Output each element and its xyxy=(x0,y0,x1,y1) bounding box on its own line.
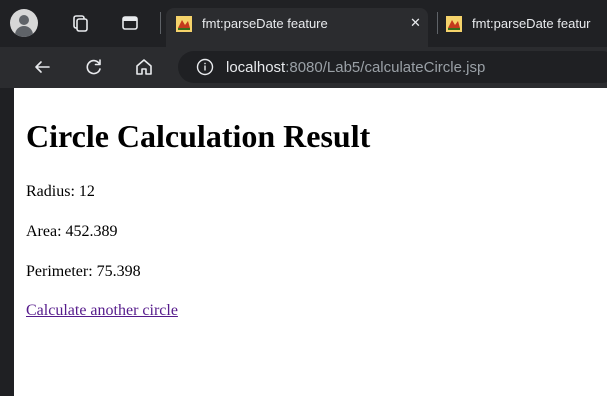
tab-title: fmt:parseDate feature xyxy=(202,16,328,31)
calculate-another-wrapper: Calculate another circle xyxy=(26,302,178,320)
url-host: localhost xyxy=(226,58,286,76)
site-info-icon[interactable] xyxy=(196,58,214,76)
perimeter-result: Perimeter: 75.398 xyxy=(26,263,141,281)
back-arrow-icon[interactable] xyxy=(28,53,56,81)
tab-close-icon[interactable]: ✕ xyxy=(410,9,421,38)
area-result: Area: 452.389 xyxy=(26,223,118,241)
address-bar[interactable]: localhost :8080/Lab5/calculateCircle.jsp xyxy=(178,51,607,83)
page-content: Circle Calculation Result Radius: 12 Are… xyxy=(14,88,607,396)
radius-value: 12 xyxy=(78,183,95,200)
tab-strip: fmt:parseDate feature ✕ fmt:parseDate fe… xyxy=(0,0,607,47)
workspaces-icon[interactable] xyxy=(68,11,92,35)
perimeter-label: Perimeter: xyxy=(26,263,93,280)
radius-label: Radius: xyxy=(26,183,75,200)
home-icon[interactable] xyxy=(130,53,158,81)
url-path: :8080/Lab5/calculateCircle.jsp xyxy=(285,58,486,76)
page-title: Circle Calculation Result xyxy=(26,118,371,154)
tomcat-favicon-icon xyxy=(176,15,192,32)
window-left-edge xyxy=(0,88,14,396)
tomcat-favicon-icon xyxy=(446,15,462,32)
profile-avatar-icon[interactable] xyxy=(10,9,38,37)
vertical-tabs-icon[interactable] xyxy=(118,11,142,35)
tab-fmt-parsedate-1[interactable]: fmt:parseDate feature xyxy=(176,9,328,38)
perimeter-value: 75.398 xyxy=(96,263,141,280)
browser-toolbar: localhost :8080/Lab5/calculateCircle.jsp xyxy=(0,47,607,88)
radius-result: Radius: 12 xyxy=(26,183,95,201)
area-value: 452.389 xyxy=(65,223,118,240)
reload-icon[interactable] xyxy=(80,53,108,81)
tab-fmt-parsedate-2[interactable]: fmt:parseDate featur xyxy=(446,9,591,38)
tab-title: fmt:parseDate featur xyxy=(472,16,591,31)
area-label: Area: xyxy=(26,223,62,240)
calculate-another-circle-link[interactable]: Calculate another circle xyxy=(26,302,178,319)
tab-separator xyxy=(437,12,438,34)
tab-separator xyxy=(160,12,161,34)
